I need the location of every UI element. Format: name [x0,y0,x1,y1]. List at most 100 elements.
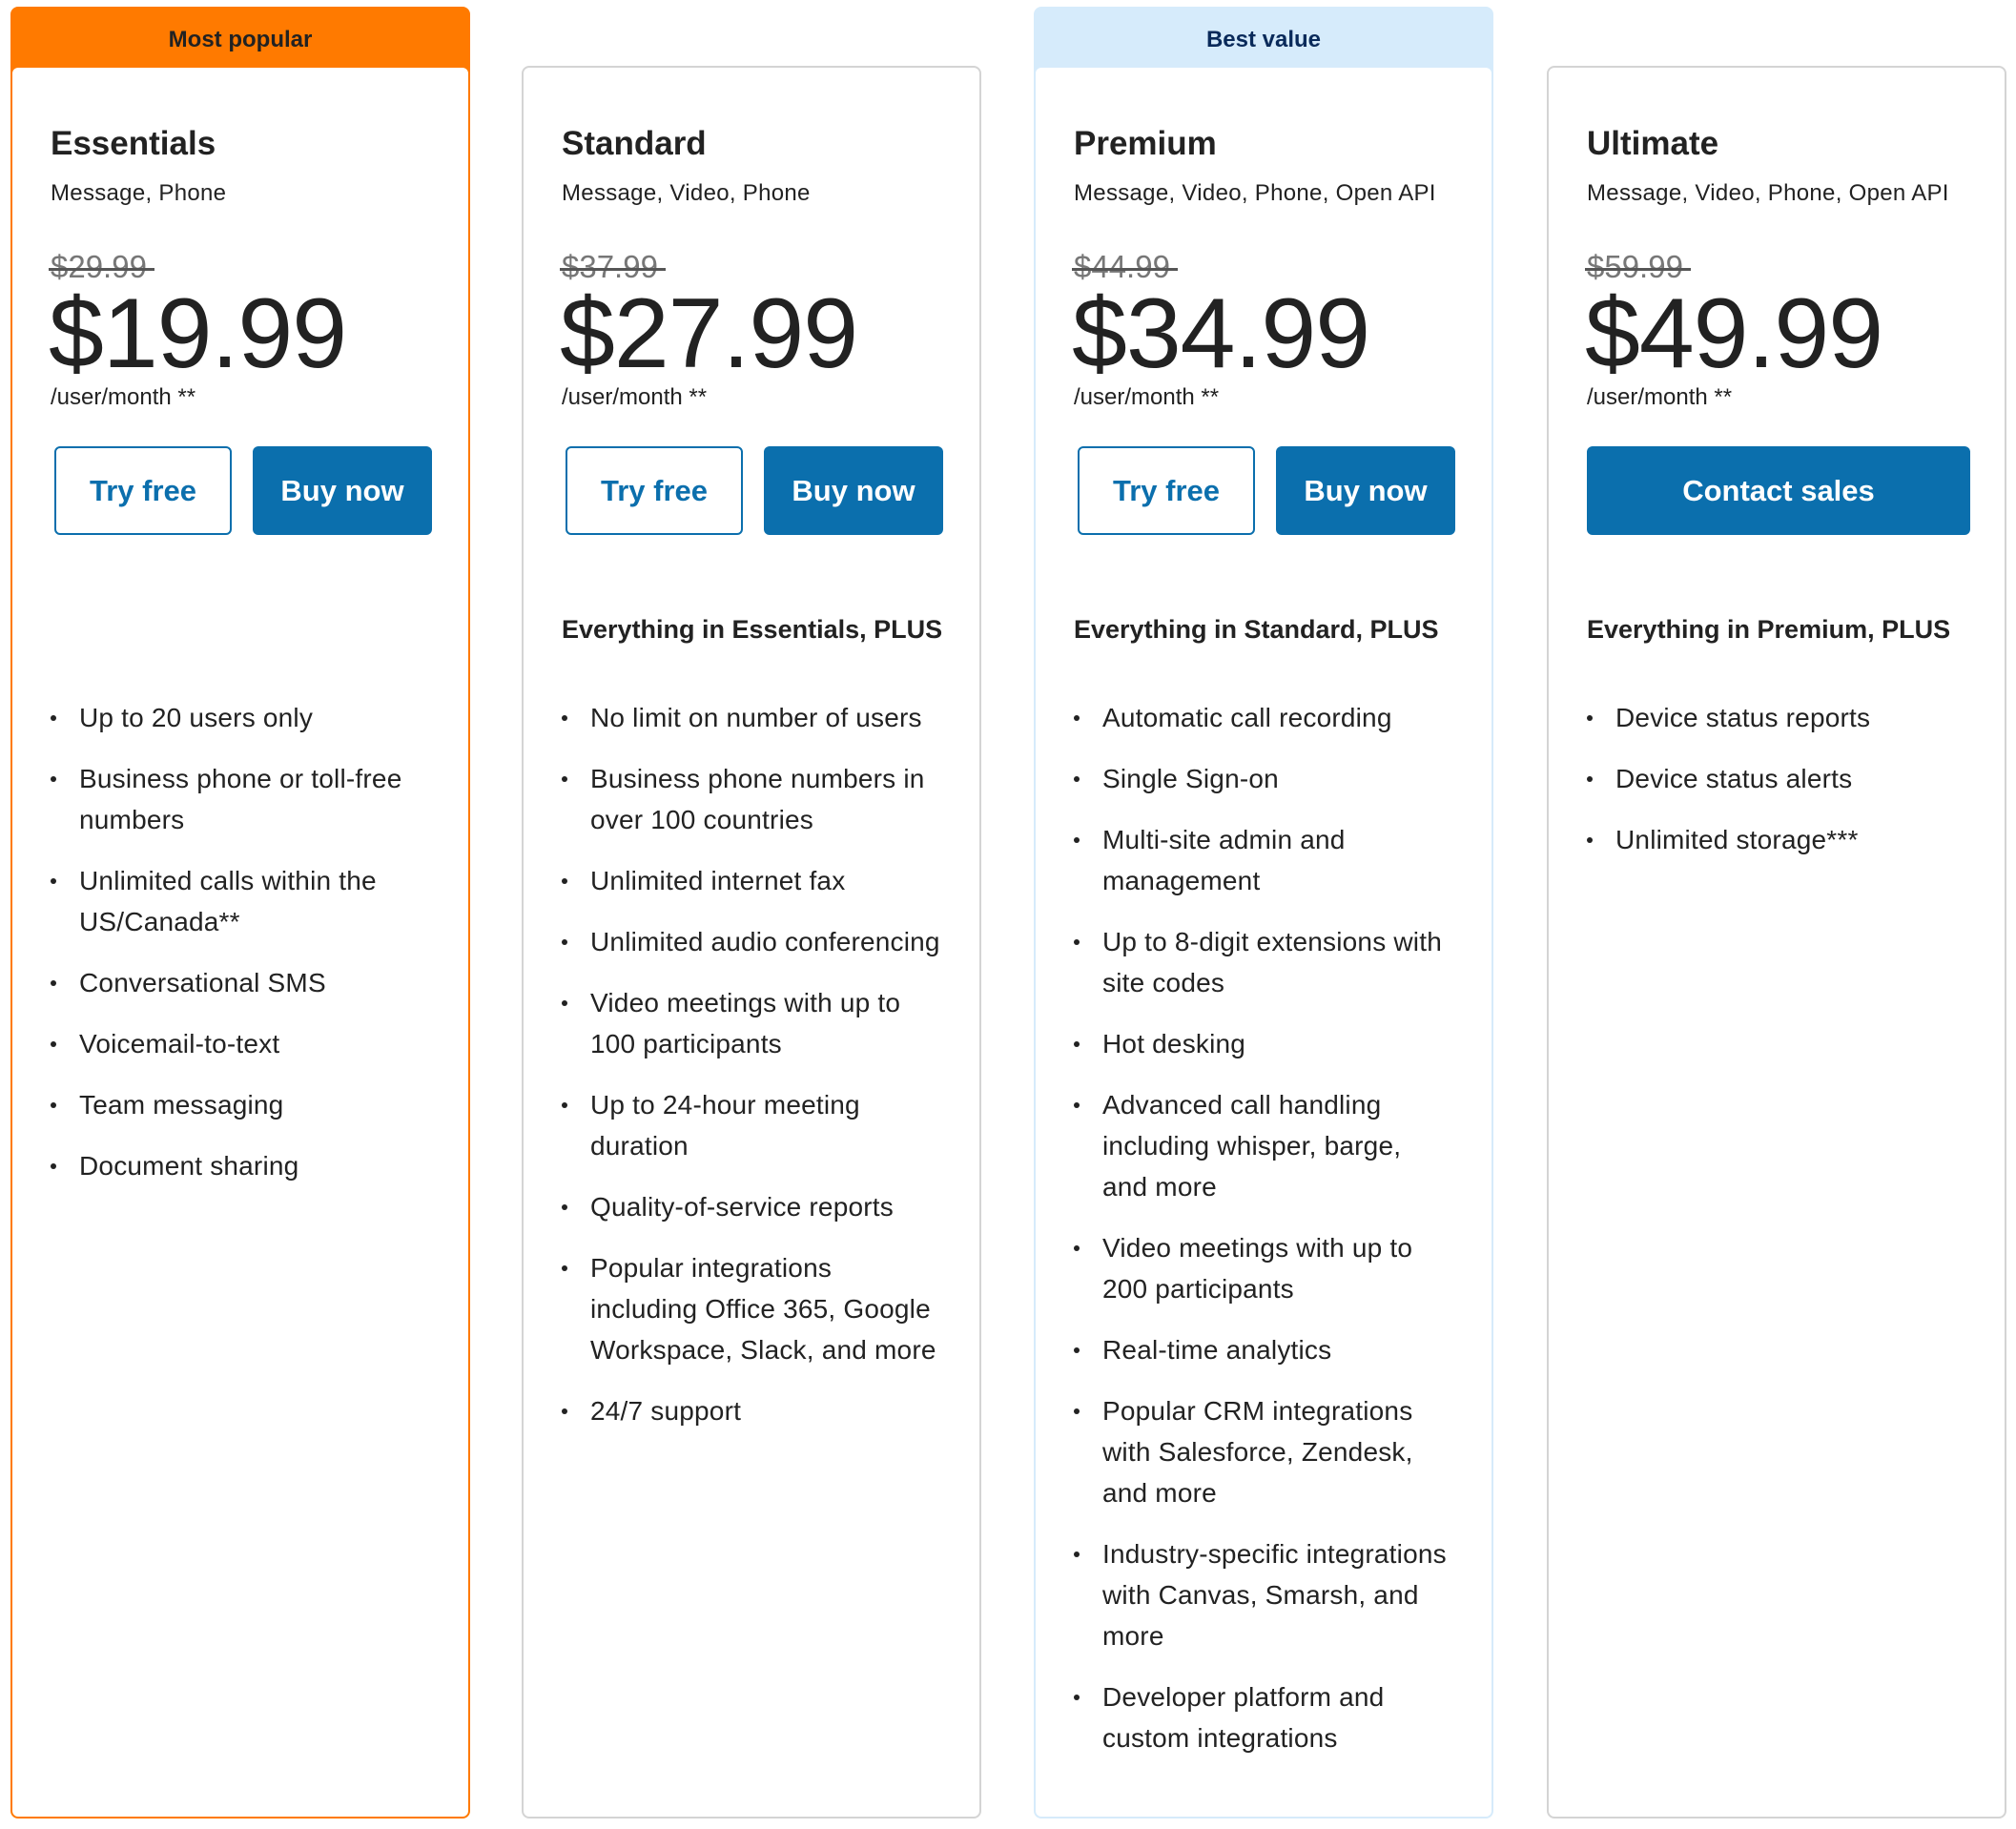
feature-item: No limit on number of users [562,697,941,738]
plan-channels: Message, Phone [51,180,227,206]
feature-item: 24/7 support [562,1390,941,1431]
current-price: $27.99 [560,278,858,389]
bullet-icon [1587,837,1593,843]
try-free-button[interactable]: Try free [1078,446,1255,535]
price-period: /user/month ** [1074,384,1220,410]
bullet-icon [562,1000,567,1006]
feature-text: Team messaging [79,1090,284,1120]
price-period: /user/month ** [562,384,708,410]
contact-sales-button[interactable]: Contact sales [1587,446,1970,535]
feature-item: Automatic call recording [1074,697,1453,738]
feature-item: Unlimited internet fax [562,860,941,901]
plan-name: Ultimate [1587,125,1719,162]
feature-text: Video meetings with up to 100 participan… [590,988,901,1058]
plan-essentials: Most popular Essentials Message, Phone $… [10,7,470,1819]
strikethrough-line [49,267,154,271]
feature-list: Up to 20 users only Business phone or tol… [51,697,430,1206]
bullet-icon [1587,715,1593,721]
feature-text: No limit on number of users [590,703,922,732]
bullet-icon [562,715,567,721]
feature-text: Up to 20 users only [79,703,314,732]
bullet-icon [1074,1102,1080,1108]
feature-item: Device status alerts [1587,758,1966,799]
bullet-icon [51,878,56,884]
bullet-icon [1074,1408,1080,1414]
try-free-button[interactable]: Try free [54,446,232,535]
plan-card: Essentials Message, Phone $29.99 $19.99 … [10,66,470,1819]
bullet-icon [51,715,56,721]
feature-text: Real-time analytics [1102,1335,1332,1365]
bullet-icon [1074,1695,1080,1700]
bullet-icon [1074,1041,1080,1047]
bullet-icon [51,776,56,782]
bullet-icon [1074,1245,1080,1251]
try-free-button[interactable]: Try free [566,446,743,535]
plan-channels: Message, Video, Phone, Open API [1074,180,1436,206]
bullet-icon [1587,776,1593,782]
plan-card: Standard Message, Video, Phone $37.99 $2… [522,66,981,1819]
most-popular-badge: Most popular [10,7,470,73]
bullet-icon [562,1204,567,1210]
bullet-icon [1074,776,1080,782]
plan-name: Premium [1074,125,1217,162]
feature-item: Popular CRM integrations with Salesforce… [1074,1390,1453,1513]
feature-text: Device status reports [1615,703,1871,732]
feature-item: Industry-specific integrations with Canv… [1074,1533,1453,1656]
plus-heading: Everything in Premium, PLUS [1587,615,1951,644]
feature-text: Popular integrations including Office 36… [590,1253,936,1365]
feature-item: Video meetings with up to 100 participan… [562,982,941,1064]
bullet-icon [1074,715,1080,721]
feature-item: Voicemail-to-text [51,1023,430,1064]
feature-text: Hot desking [1102,1029,1246,1058]
feature-text: Video meetings with up to 200 participan… [1102,1233,1413,1304]
bullet-icon [51,980,56,986]
feature-text: Advanced call handling including whisper… [1102,1090,1402,1202]
feature-text: Developer platform and custom integratio… [1102,1682,1385,1753]
feature-text: Unlimited audio conferencing [590,927,940,956]
plus-heading: Everything in Essentials, PLUS [562,615,943,644]
feature-text: Document sharing [79,1151,299,1181]
feature-text: Up to 8-digit extensions with site codes [1102,927,1442,997]
current-price: $19.99 [49,278,347,389]
bullet-icon [562,1102,567,1108]
bullet-icon [51,1163,56,1169]
feature-item: Unlimited storage*** [1587,819,1966,860]
feature-text: Multi-site admin and management [1102,825,1346,895]
feature-item: Up to 8-digit extensions with site codes [1074,921,1453,1003]
feature-item: Team messaging [51,1084,430,1125]
buy-now-button[interactable]: Buy now [1276,446,1455,535]
feature-text: Unlimited calls within the US/Canada** [79,866,377,936]
buy-now-button[interactable]: Buy now [764,446,943,535]
feature-item: Unlimited calls within the US/Canada** [51,860,430,942]
feature-text: Conversational SMS [79,968,326,997]
bullet-icon [1074,837,1080,843]
feature-text: 24/7 support [590,1396,742,1426]
best-value-badge: Best value [1034,7,1493,73]
feature-item: Developer platform and custom integratio… [1074,1676,1453,1758]
current-price: $49.99 [1585,278,1883,389]
feature-text: Up to 24-hour meeting duration [590,1090,860,1161]
plan-ultimate: Ultimate Message, Video, Phone, Open API… [1547,7,2006,1819]
bullet-icon [562,776,567,782]
bullet-icon [1074,1347,1080,1353]
bullet-icon [562,1408,567,1414]
buy-now-button[interactable]: Buy now [253,446,432,535]
feature-item: Multi-site admin and management [1074,819,1453,901]
bullet-icon [1074,939,1080,945]
feature-item: Up to 24-hour meeting duration [562,1084,941,1166]
plan-card: Ultimate Message, Video, Phone, Open API… [1547,66,2006,1819]
feature-item: Single Sign-on [1074,758,1453,799]
feature-list: Automatic call recording Single Sign-on Mu… [1074,697,1453,1778]
feature-item: Quality-of-service reports [562,1186,941,1227]
strikethrough-line [560,267,666,271]
plan-name: Essentials [51,125,216,162]
feature-item: Conversational SMS [51,962,430,1003]
feature-text: Business phone or toll-free numbers [79,764,402,834]
feature-text: Automatic call recording [1102,703,1392,732]
current-price: $34.99 [1072,278,1370,389]
feature-text: Device status alerts [1615,764,1853,793]
bullet-icon [51,1041,56,1047]
feature-text: Unlimited storage*** [1615,825,1859,854]
plan-card: Premium Message, Video, Phone, Open API … [1034,66,1493,1819]
feature-text: Popular CRM integrations with Salesforce… [1102,1396,1413,1508]
